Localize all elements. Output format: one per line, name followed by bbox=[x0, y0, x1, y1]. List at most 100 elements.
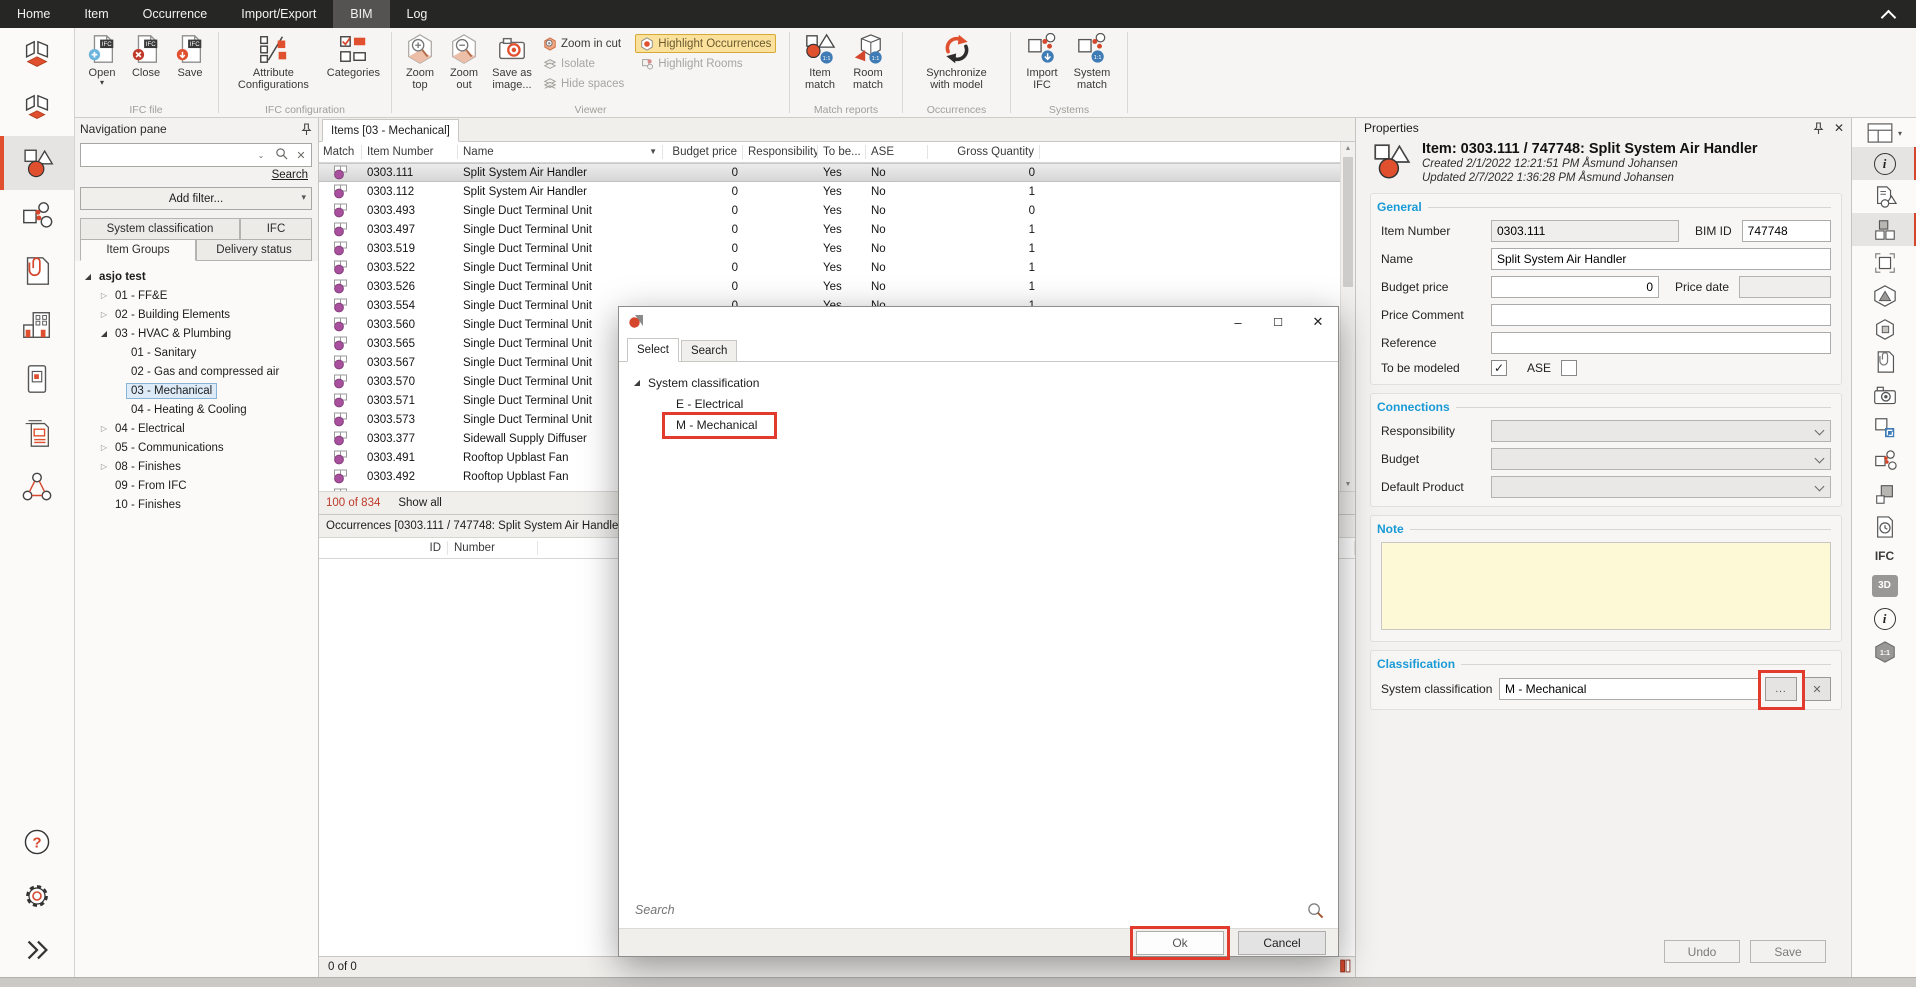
menu-item[interactable]: Item bbox=[67, 0, 125, 28]
settings-icon[interactable] bbox=[0, 869, 74, 923]
menu-import-export[interactable]: Import/Export bbox=[224, 0, 333, 28]
bim-id-field[interactable] bbox=[1742, 220, 1831, 242]
col-header-name[interactable]: Name▼ bbox=[458, 145, 663, 159]
cancel-button[interactable]: Cancel bbox=[1238, 931, 1326, 955]
items-tab[interactable]: Items [03 - Mechanical] bbox=[322, 119, 459, 142]
highlight-rooms-button[interactable]: Highlight Rooms bbox=[635, 54, 776, 73]
col-header-budget-price[interactable]: Budget price bbox=[663, 145, 743, 159]
col-header-match[interactable]: Match bbox=[318, 145, 362, 159]
undo-button[interactable]: Undo bbox=[1664, 940, 1740, 963]
col-header-to-be[interactable]: To be... bbox=[818, 145, 866, 159]
help-icon[interactable]: ? bbox=[0, 815, 74, 869]
scrollbar-thumb[interactable] bbox=[1343, 157, 1353, 287]
reference-field[interactable] bbox=[1491, 332, 1831, 354]
tree-item[interactable]: ▷01 - FF&E bbox=[74, 286, 318, 305]
info-icon[interactable]: i bbox=[1852, 147, 1916, 180]
expand-icon[interactable] bbox=[0, 923, 74, 977]
save-button[interactable]: IFC Save bbox=[168, 32, 212, 80]
menu-log[interactable]: Log bbox=[390, 0, 445, 28]
tree-item[interactable]: ▷02 - Building Elements bbox=[74, 305, 318, 324]
dialog-titlebar[interactable]: – ☐ ✕ bbox=[619, 307, 1338, 337]
tree-item[interactable]: 04 - Heating & Cooling bbox=[74, 400, 318, 419]
tree-item[interactable]: ◢03 - HVAC & Plumbing bbox=[74, 324, 318, 343]
isolate-button[interactable]: Isolate bbox=[538, 54, 629, 73]
ok-button[interactable]: Ok bbox=[1136, 931, 1224, 955]
dialog-tree-item-electrical[interactable]: E - Electrical bbox=[631, 393, 1338, 414]
save-button[interactable]: Save bbox=[1750, 940, 1826, 963]
attachments-icon[interactable] bbox=[0, 244, 74, 298]
col-header-number[interactable]: Number bbox=[448, 541, 538, 555]
collapsed-arrow-icon[interactable]: ▷ bbox=[98, 443, 110, 452]
name-field[interactable] bbox=[1491, 248, 1831, 270]
menu-bim[interactable]: BIM bbox=[333, 0, 389, 28]
classification-clear-button[interactable]: ✕ bbox=[1803, 677, 1831, 701]
categories-button[interactable]: Categories bbox=[322, 32, 385, 80]
table-row[interactable]: 0303.519 Single Duct Terminal Unit 0 Yes… bbox=[318, 239, 1341, 258]
reports-icon[interactable] bbox=[0, 406, 74, 460]
table-row[interactable]: 0303.526 Single Duct Terminal Unit 0 Yes… bbox=[318, 277, 1341, 296]
model-box-icon[interactable] bbox=[1852, 246, 1916, 279]
classification-browse-button[interactable]: ... bbox=[1765, 677, 1797, 701]
add-filter-button[interactable]: Add filter... ▾ bbox=[80, 187, 312, 210]
dialog-search-input[interactable] bbox=[633, 902, 1307, 918]
save-as-image-button[interactable]: Save as image... bbox=[486, 32, 538, 92]
col-header-gross-quantity[interactable]: Gross Quantity bbox=[928, 145, 1040, 159]
collapsed-arrow-icon[interactable]: ▷ bbox=[98, 291, 110, 300]
items-vertical-scrollbar[interactable]: ▲ ▼ bbox=[1340, 142, 1355, 491]
attribute-configurations-button[interactable]: Attribute Configurations bbox=[225, 32, 322, 92]
nav-search-dropdown-icon[interactable]: ⌄ bbox=[251, 151, 271, 160]
tree-item-mechanical[interactable]: 03 - Mechanical bbox=[74, 381, 318, 400]
scroll-up-icon[interactable]: ▲ bbox=[1345, 142, 1352, 155]
linked-occurrences-icon[interactable] bbox=[1852, 444, 1916, 477]
chevron-up-icon[interactable] bbox=[1881, 10, 1897, 26]
one-to-one-icon[interactable]: 1:1 bbox=[1852, 635, 1916, 668]
ase-checkbox[interactable] bbox=[1561, 360, 1577, 376]
dialog-tab-search[interactable]: Search bbox=[681, 340, 737, 362]
dialog-tree-item-mechanical[interactable]: M - Mechanical bbox=[631, 414, 1338, 435]
building-icon[interactable] bbox=[0, 298, 74, 352]
maximize-icon[interactable]: ☐ bbox=[1258, 307, 1298, 337]
info-2-icon[interactable]: i bbox=[1852, 602, 1916, 635]
col-header-ase[interactable]: ASE bbox=[866, 145, 928, 159]
search-icon[interactable] bbox=[271, 147, 291, 163]
ifc-label[interactable]: IFC bbox=[1875, 543, 1894, 569]
occurrences-icon[interactable] bbox=[0, 190, 74, 244]
table-row[interactable]: 0303.493 Single Duct Terminal Unit 0 Yes… bbox=[318, 201, 1341, 220]
sort-descending-icon[interactable]: ▼ bbox=[649, 145, 657, 159]
tree-item-root[interactable]: ◢asjo test bbox=[74, 267, 318, 286]
collapsed-arrow-icon[interactable]: ▷ bbox=[98, 310, 110, 319]
synchronize-with-model-button[interactable]: Synchronize with model bbox=[913, 32, 1001, 92]
3d-badge-icon[interactable]: 3D bbox=[1852, 569, 1916, 602]
nav-search-input[interactable] bbox=[81, 146, 251, 164]
room-match-button[interactable]: 1:1 Room match bbox=[844, 32, 892, 92]
default-product-dropdown[interactable] bbox=[1491, 476, 1831, 498]
tree-item[interactable]: ▷05 - Communications bbox=[74, 438, 318, 457]
clear-search-icon[interactable]: ✕ bbox=[291, 149, 311, 162]
tab-ifc[interactable]: IFC bbox=[240, 218, 312, 239]
col-header-responsibility[interactable]: Responsibility bbox=[743, 145, 818, 159]
table-row[interactable]: 0303.522 Single Duct Terminal Unit 0 Yes… bbox=[318, 258, 1341, 277]
geometry-icon[interactable] bbox=[1852, 279, 1916, 312]
tree-item[interactable]: ▷04 - Electrical bbox=[74, 419, 318, 438]
price-comment-field[interactable] bbox=[1491, 304, 1831, 326]
zoom-in-cut-button[interactable]: Zoom in cut bbox=[538, 34, 629, 53]
item-doc-icon[interactable] bbox=[1852, 180, 1916, 213]
responsibility-dropdown[interactable] bbox=[1491, 420, 1831, 442]
system-classification-field[interactable] bbox=[1499, 678, 1759, 700]
menu-home[interactable]: Home bbox=[0, 0, 67, 28]
expanded-arrow-icon[interactable]: ◢ bbox=[631, 378, 643, 387]
tree-item[interactable]: 01 - Sanitary bbox=[74, 343, 318, 362]
note-field[interactable] bbox=[1381, 542, 1831, 630]
tree-item[interactable]: 02 - Gas and compressed air bbox=[74, 362, 318, 381]
system-match-button[interactable]: 1:1 System match bbox=[1067, 32, 1117, 92]
dialog-tab-select[interactable]: Select bbox=[627, 338, 679, 362]
products-icon[interactable] bbox=[1852, 477, 1916, 510]
budget-price-field[interactable] bbox=[1491, 276, 1659, 298]
price-date-field[interactable] bbox=[1739, 276, 1831, 298]
package-icon[interactable] bbox=[1852, 312, 1916, 345]
col-header-id[interactable]: ID bbox=[318, 541, 448, 555]
open-dropdown-caret-icon[interactable]: ▾ bbox=[100, 79, 104, 86]
tab-item-groups[interactable]: Item Groups bbox=[80, 239, 196, 261]
close-icon[interactable]: ✕ bbox=[1298, 307, 1338, 337]
items-icon[interactable] bbox=[0, 136, 74, 190]
